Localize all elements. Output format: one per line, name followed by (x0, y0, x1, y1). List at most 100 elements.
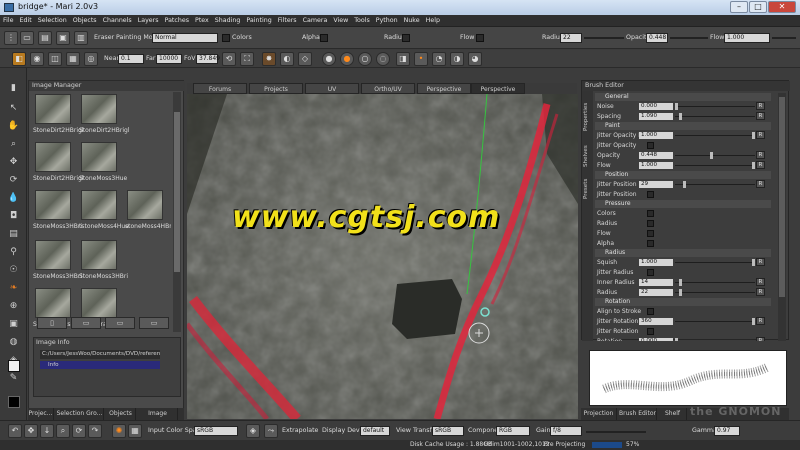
fov-input[interactable]: 37.849 (196, 54, 220, 64)
reset-button[interactable]: R (756, 102, 765, 110)
eyedropper-icon[interactable]: ✎ (7, 372, 20, 385)
property-slider-track[interactable] (675, 116, 755, 117)
eraser-icon[interactable]: ▣ (7, 318, 20, 331)
gain-input[interactable]: f/8 (550, 426, 582, 436)
menu-item-filters[interactable]: Filters (275, 15, 300, 27)
maximize-button[interactable]: □ (749, 1, 767, 13)
property-slider-knob[interactable] (710, 152, 713, 159)
zoom-icon[interactable]: ⌕ (7, 138, 20, 151)
near-input[interactable]: 0.1 (118, 54, 144, 64)
property-checkbox[interactable] (647, 308, 654, 315)
smudge-icon[interactable]: ☉ (7, 264, 20, 277)
image-thumbnail[interactable] (127, 190, 163, 220)
menu-item-layers[interactable]: Layers (135, 15, 162, 27)
flip-icon[interactable]: ◈ (246, 424, 260, 438)
property-checkbox[interactable] (647, 191, 654, 198)
reset-camera-icon[interactable]: ⟲ (222, 52, 236, 66)
drop-icon[interactable]: 💧 (7, 192, 20, 205)
side-tab-properties[interactable]: Properties (583, 97, 592, 137)
section-position[interactable]: Position (595, 171, 771, 179)
frame-icon[interactable]: ⛶ (240, 52, 254, 66)
rotate-tool-icon[interactable]: ⟳ (72, 424, 86, 438)
extrapolate-icon[interactable]: ⤳ (264, 424, 278, 438)
property-slider-knob[interactable] (675, 338, 678, 341)
property-slider-track[interactable] (675, 165, 755, 166)
menu-item-file[interactable]: File (0, 15, 17, 27)
image-thumbnail[interactable] (81, 190, 117, 220)
left-tab-0[interactable]: Projec... (28, 408, 54, 420)
property-value-input[interactable]: 14 (639, 279, 673, 286)
close-button[interactable]: ✕ (768, 1, 796, 13)
menu-item-edit[interactable]: Edit (17, 15, 35, 27)
property-slider-knob[interactable] (752, 132, 755, 139)
reset-button[interactable]: R (756, 151, 765, 159)
reset-button[interactable]: R (756, 131, 765, 139)
section-rotation[interactable]: Rotation (595, 298, 771, 306)
alpha-checkbox[interactable] (320, 34, 328, 42)
lighting-icon[interactable]: ✸ (262, 52, 276, 66)
flow-slider[interactable] (772, 37, 796, 39)
right-tab-shelf[interactable]: Shelf (659, 408, 687, 420)
property-checkbox[interactable] (647, 328, 654, 335)
radius-input[interactable]: 22 (560, 33, 582, 43)
export-image-button[interactable]: ▭ (71, 317, 101, 329)
flow-input[interactable]: 1.000 (724, 33, 770, 43)
arrow-down-icon[interactable]: ↓ (40, 424, 54, 438)
foreground-color-swatch[interactable] (8, 360, 20, 372)
save-icon[interactable]: ▣ (56, 31, 70, 45)
move-icon[interactable]: ✥ (7, 156, 20, 169)
quarter-icon[interactable]: ◕ (468, 52, 482, 66)
reset-button[interactable]: R (756, 317, 765, 325)
menu-item-tools[interactable]: Tools (351, 15, 373, 27)
point-icon[interactable]: • (414, 52, 428, 66)
layers-icon[interactable]: ◫ (48, 52, 62, 66)
property-slider-track[interactable] (675, 262, 755, 263)
image-thumbnail[interactable] (35, 288, 71, 318)
paint-icon[interactable]: ▮ (7, 82, 20, 95)
menu-item-python[interactable]: Python (373, 15, 401, 27)
move-tool-icon[interactable]: ✥ (24, 424, 38, 438)
right-tab-brush-editor[interactable]: Brush Editor (619, 408, 657, 420)
wireframe-icon[interactable]: ◇ (298, 52, 312, 66)
import-image-button[interactable]: ▯ (37, 317, 67, 329)
sphere-orange-icon[interactable]: ● (340, 52, 354, 66)
image-thumbnail[interactable] (81, 142, 117, 172)
property-value-input[interactable]: 1.000 (639, 162, 673, 169)
camera-icon[interactable]: ◎ (84, 52, 98, 66)
view-tab-projects[interactable]: Projects (249, 83, 303, 94)
3d-viewport[interactable] (187, 94, 578, 419)
property-value-input[interactable]: 0.000 (639, 103, 673, 110)
property-value-input[interactable]: 1.090 (639, 113, 673, 120)
sphere-light-icon[interactable]: ○ (358, 52, 372, 66)
pin-icon[interactable]: ⚲ (7, 246, 20, 259)
opacity-input[interactable]: 0.448 (646, 33, 668, 43)
menu-item-objects[interactable]: Objects (70, 15, 100, 27)
shader-icon[interactable]: ◐ (280, 52, 294, 66)
left-tab-2[interactable]: Objects (106, 408, 136, 420)
property-slider-track[interactable] (675, 106, 755, 107)
view-tab-forums[interactable]: Forums (193, 83, 247, 94)
property-slider-knob[interactable] (752, 259, 755, 266)
left-tab-1[interactable]: Selection Gro... (56, 408, 104, 420)
property-value-input[interactable]: 29 (639, 181, 673, 188)
section-general[interactable]: General (595, 93, 771, 101)
cube-icon[interactable]: ◘ (7, 210, 20, 223)
property-checkbox[interactable] (647, 210, 654, 217)
undo-icon[interactable]: ↶ (8, 424, 22, 438)
property-value-input[interactable]: 360 (639, 318, 673, 325)
image-manager-scrollbar[interactable] (173, 92, 181, 332)
reset-button[interactable]: R (756, 288, 765, 296)
menu-item-painting[interactable]: Painting (243, 15, 274, 27)
property-value-input[interactable]: 22 (639, 289, 673, 296)
view-tab-perspective[interactable]: Perspective (471, 83, 525, 94)
zoom-tool-icon[interactable]: ⌕ (56, 424, 70, 438)
view-transform-select[interactable]: sRGB (432, 426, 464, 436)
reset-button[interactable]: R (756, 337, 765, 341)
menu-item-channels[interactable]: Channels (100, 15, 135, 27)
colors-checkbox[interactable] (222, 34, 230, 42)
color-manage-icon[interactable]: ✺ (112, 424, 126, 438)
delete-image-button[interactable]: ▭ (139, 317, 169, 329)
side-tab-presets[interactable]: Presets (583, 175, 592, 203)
property-slider-knob[interactable] (675, 103, 678, 110)
property-slider-track[interactable] (675, 155, 755, 156)
